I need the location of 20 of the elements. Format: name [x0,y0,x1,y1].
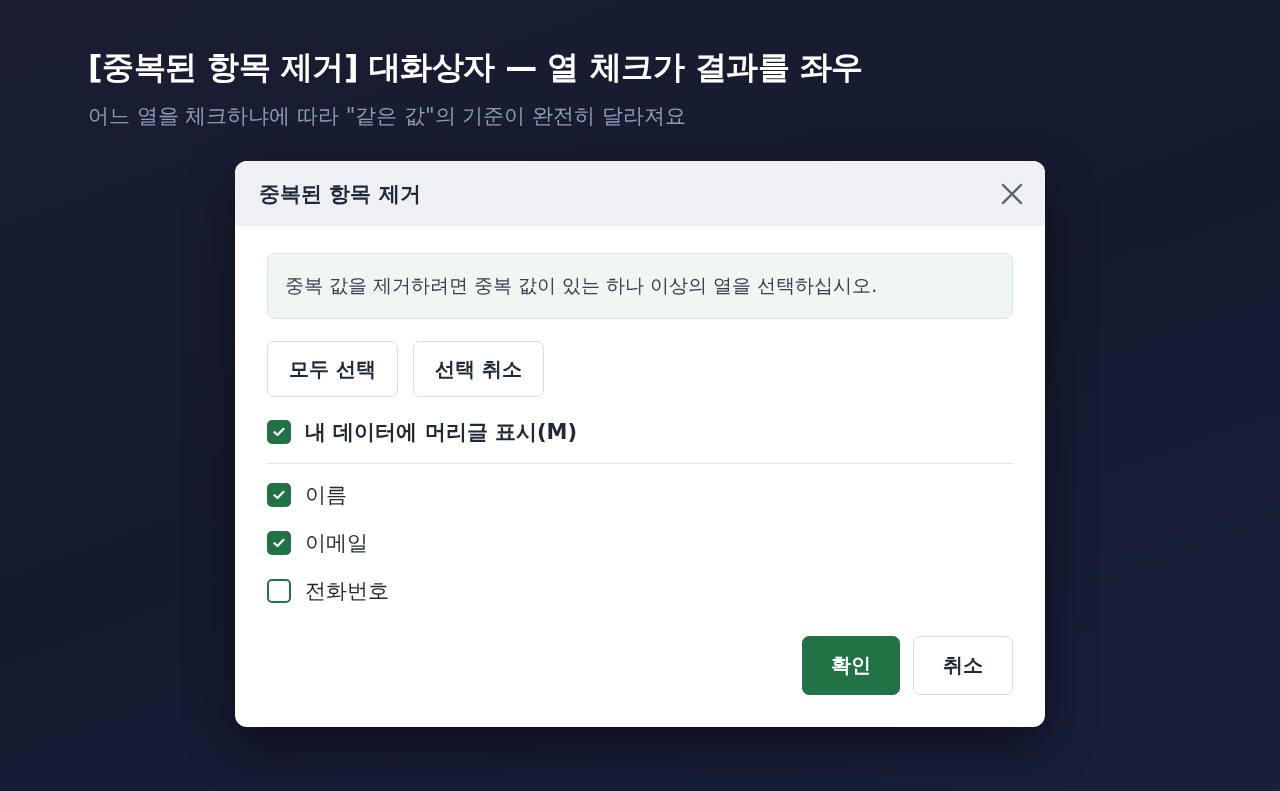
check-icon [273,490,285,500]
check-icon [273,427,285,437]
checkbox-label: 전화번호 [305,578,389,605]
page-subtitle: 어느 열을 체크하냐에 따라 "같은 값"의 기준이 완전히 달라져요 [88,103,687,130]
close-icon[interactable] [1001,182,1023,205]
checkbox-label: 내 데이터에 머리글 표시(M) [305,419,578,446]
checkbox[interactable] [267,531,291,555]
checkbox[interactable] [267,483,291,507]
checkbox[interactable] [267,579,291,603]
dialog-title: 중복된 항목 제거 [259,180,421,208]
page-title: [중복된 항목 제거] 대화상자 — 열 체크가 결과를 좌우 [88,47,864,88]
ok-button[interactable]: 확인 [802,636,900,695]
check-icon [273,538,285,548]
cancel-button[interactable]: 취소 [913,636,1013,695]
checkbox-label: 이메일 [305,530,368,557]
checkbox-label: 이름 [305,482,347,509]
checkbox[interactable] [267,420,291,444]
select-all-button[interactable]: 모두 선택 [267,341,398,397]
info-message: 중복 값을 제거하려면 중복 값이 있는 하나 이상의 열을 선택하십시오. [267,253,1013,319]
deselect-button[interactable]: 선택 취소 [412,341,544,397]
